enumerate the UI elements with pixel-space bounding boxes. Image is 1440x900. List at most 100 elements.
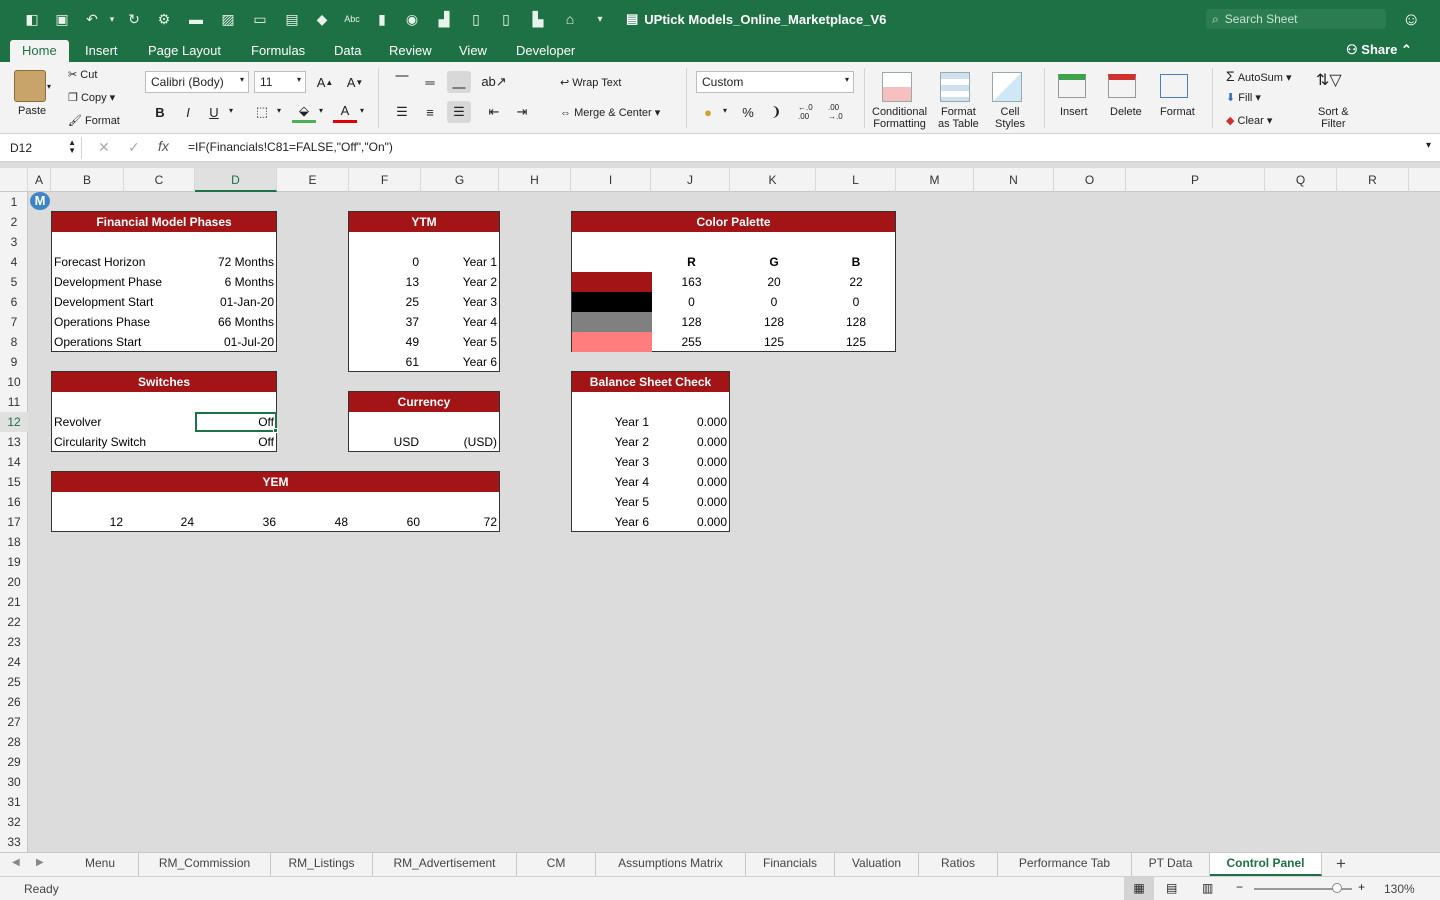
switch-value[interactable]: Off bbox=[258, 432, 274, 452]
paste-button[interactable]: Paste bbox=[18, 105, 46, 117]
expand-formula-bar-icon[interactable]: ▾ bbox=[1426, 140, 1431, 151]
align-center-icon[interactable]: ≡ bbox=[418, 101, 442, 123]
row-header[interactable]: 13 bbox=[0, 432, 28, 452]
conditional-formatting-button[interactable]: Conditional Formatting bbox=[872, 106, 927, 130]
increase-font-size-button[interactable]: A ▲ bbox=[313, 71, 337, 93]
align-top-icon[interactable]: ⎺ bbox=[390, 71, 414, 93]
increase-indent-icon[interactable]: ⇥ bbox=[510, 101, 534, 123]
sheet-tab-performance-tab[interactable]: Performance Tab bbox=[998, 853, 1132, 876]
row-header[interactable]: 25 bbox=[0, 672, 28, 692]
fill-button[interactable]: ⬇ Fill ▾ bbox=[1226, 91, 1261, 104]
undo-dropdown-icon[interactable]: ▾ bbox=[104, 11, 120, 27]
font-size-select[interactable]: 11 ▾ bbox=[254, 71, 306, 93]
redo-icon[interactable]: ↻ bbox=[126, 11, 142, 27]
sidebar-toggle-icon[interactable]: ◧ bbox=[24, 11, 40, 27]
format-painter-button[interactable]: 🖌 Format bbox=[68, 114, 120, 127]
font-name-select[interactable]: Calibri (Body) ▾ bbox=[145, 71, 249, 93]
sheet-tab-valuation[interactable]: Valuation bbox=[835, 853, 919, 876]
autosum-button[interactable]: Σ AutoSum ▾ bbox=[1226, 68, 1292, 84]
fill-color-dropdown-icon[interactable]: ▾ bbox=[319, 106, 323, 115]
toolbar-icon-7[interactable]: ◉ bbox=[404, 11, 420, 27]
insert-function-icon[interactable]: fx bbox=[158, 138, 169, 154]
row-header[interactable]: 7 bbox=[0, 312, 28, 332]
macro-icon[interactable]: ⚙ bbox=[156, 11, 172, 27]
tab-developer[interactable]: Developer bbox=[516, 43, 575, 58]
increase-decimal-button[interactable]: ←.0 .00 bbox=[798, 101, 822, 123]
tab-data[interactable]: Data bbox=[334, 43, 361, 58]
toolbar-icon-1[interactable]: ▬ bbox=[188, 11, 204, 27]
active-cell-selection[interactable] bbox=[195, 412, 277, 432]
save-icon[interactable]: ▣ bbox=[54, 11, 70, 27]
customize-toolbar-icon[interactable]: ▾ bbox=[592, 11, 608, 27]
row-header[interactable]: 20 bbox=[0, 572, 28, 592]
paste-icon[interactable] bbox=[14, 70, 46, 102]
column-header-c[interactable]: C bbox=[124, 168, 195, 192]
formula-input[interactable]: =IF(Financials!C81=FALSE,"Off","On") bbox=[188, 140, 393, 154]
share-button[interactable]: ⚇ Share ⌃ bbox=[1346, 42, 1412, 58]
row-header[interactable]: 12 bbox=[0, 412, 28, 432]
orientation-icon[interactable]: ab↗ bbox=[481, 71, 506, 93]
sheet-tab-rm-advertisement[interactable]: RM_Advertisement bbox=[373, 853, 517, 876]
row-header[interactable]: 3 bbox=[0, 232, 28, 252]
enter-icon[interactable]: ✓ bbox=[128, 139, 140, 156]
accounting-format-icon[interactable]: ● bbox=[696, 101, 720, 123]
font-color-icon[interactable]: A bbox=[333, 101, 357, 123]
row-header[interactable]: 16 bbox=[0, 492, 28, 512]
scroll-tabs-right-icon[interactable]: ▶ bbox=[36, 857, 44, 868]
row-header[interactable]: 21 bbox=[0, 592, 28, 612]
normal-view-icon[interactable]: ▦ bbox=[1124, 877, 1154, 900]
row-header[interactable]: 8 bbox=[0, 332, 28, 352]
row-header[interactable]: 4 bbox=[0, 252, 28, 272]
sheet-tab-cm[interactable]: CM bbox=[517, 853, 596, 876]
column-header-q[interactable]: Q bbox=[1265, 168, 1337, 192]
toolbar-icon-6[interactable]: ▮ bbox=[374, 11, 390, 27]
column-header-j[interactable]: J bbox=[651, 168, 730, 192]
conditional-formatting-icon[interactable] bbox=[882, 72, 912, 102]
row-header[interactable]: 17 bbox=[0, 512, 28, 532]
row-header[interactable]: 2 bbox=[0, 212, 28, 232]
tab-formulas[interactable]: Formulas bbox=[251, 43, 305, 58]
merge-center-button[interactable]: ⇔ Merge & Center ▾ bbox=[560, 106, 660, 119]
select-all-corner[interactable] bbox=[0, 168, 28, 192]
add-sheet-button[interactable]: + bbox=[1336, 854, 1346, 874]
bold-button[interactable]: B bbox=[148, 101, 172, 123]
decrease-font-size-button[interactable]: A ▼ bbox=[343, 71, 367, 93]
column-header-m[interactable]: M bbox=[896, 168, 974, 192]
model-badge[interactable]: M bbox=[30, 192, 50, 210]
row-header[interactable]: 19 bbox=[0, 552, 28, 572]
feedback-smiley-icon[interactable]: ☺ bbox=[1402, 9, 1420, 30]
decrease-indent-icon[interactable]: ⇤ bbox=[482, 101, 506, 123]
column-header-a[interactable]: A bbox=[28, 168, 51, 192]
tab-view[interactable]: View bbox=[459, 43, 487, 58]
accounting-dropdown-icon[interactable]: ▾ bbox=[723, 106, 727, 115]
wrap-text-button[interactable]: ↩ Wrap Text bbox=[560, 76, 621, 89]
cut-button[interactable]: ✂ Cut bbox=[68, 68, 97, 81]
undo-icon[interactable]: ↶ bbox=[84, 11, 100, 27]
row-header[interactable]: 30 bbox=[0, 772, 28, 792]
sheet-tab-financials[interactable]: Financials bbox=[746, 853, 835, 876]
column-header-h[interactable]: H bbox=[499, 168, 571, 192]
cell-styles-icon[interactable] bbox=[992, 72, 1022, 102]
column-header-d[interactable]: D bbox=[195, 168, 277, 192]
column-header-l[interactable]: L bbox=[816, 168, 896, 192]
spelling-icon[interactable]: Abc bbox=[344, 11, 360, 27]
column-header-f[interactable]: F bbox=[349, 168, 421, 192]
row-header[interactable]: 10 bbox=[0, 372, 28, 392]
cancel-icon[interactable]: ✕ bbox=[98, 139, 110, 156]
row-header[interactable]: 15 bbox=[0, 472, 28, 492]
tab-page-layout[interactable]: Page Layout bbox=[148, 43, 221, 58]
sheet-tab-control-panel[interactable]: Control Panel bbox=[1210, 853, 1322, 876]
column-header-e[interactable]: E bbox=[277, 168, 349, 192]
column-header-i[interactable]: I bbox=[571, 168, 651, 192]
row-header[interactable]: 28 bbox=[0, 732, 28, 752]
zoom-slider-knob[interactable] bbox=[1332, 883, 1343, 893]
decrease-decimal-button[interactable]: .00 →.0 bbox=[828, 101, 852, 123]
row-header[interactable]: 33 bbox=[0, 832, 28, 852]
format-cells-button[interactable]: Format bbox=[1160, 106, 1195, 118]
search-sheet-input[interactable]: ⌕ Search Sheet bbox=[1206, 9, 1386, 29]
align-middle-icon[interactable]: ═ bbox=[418, 71, 442, 93]
row-header[interactable]: 14 bbox=[0, 452, 28, 472]
format-as-table-icon[interactable] bbox=[940, 72, 970, 102]
copy-button[interactable]: ❐ Copy ▾ bbox=[68, 91, 115, 104]
fill-color-icon[interactable]: ⬙ bbox=[292, 101, 316, 123]
